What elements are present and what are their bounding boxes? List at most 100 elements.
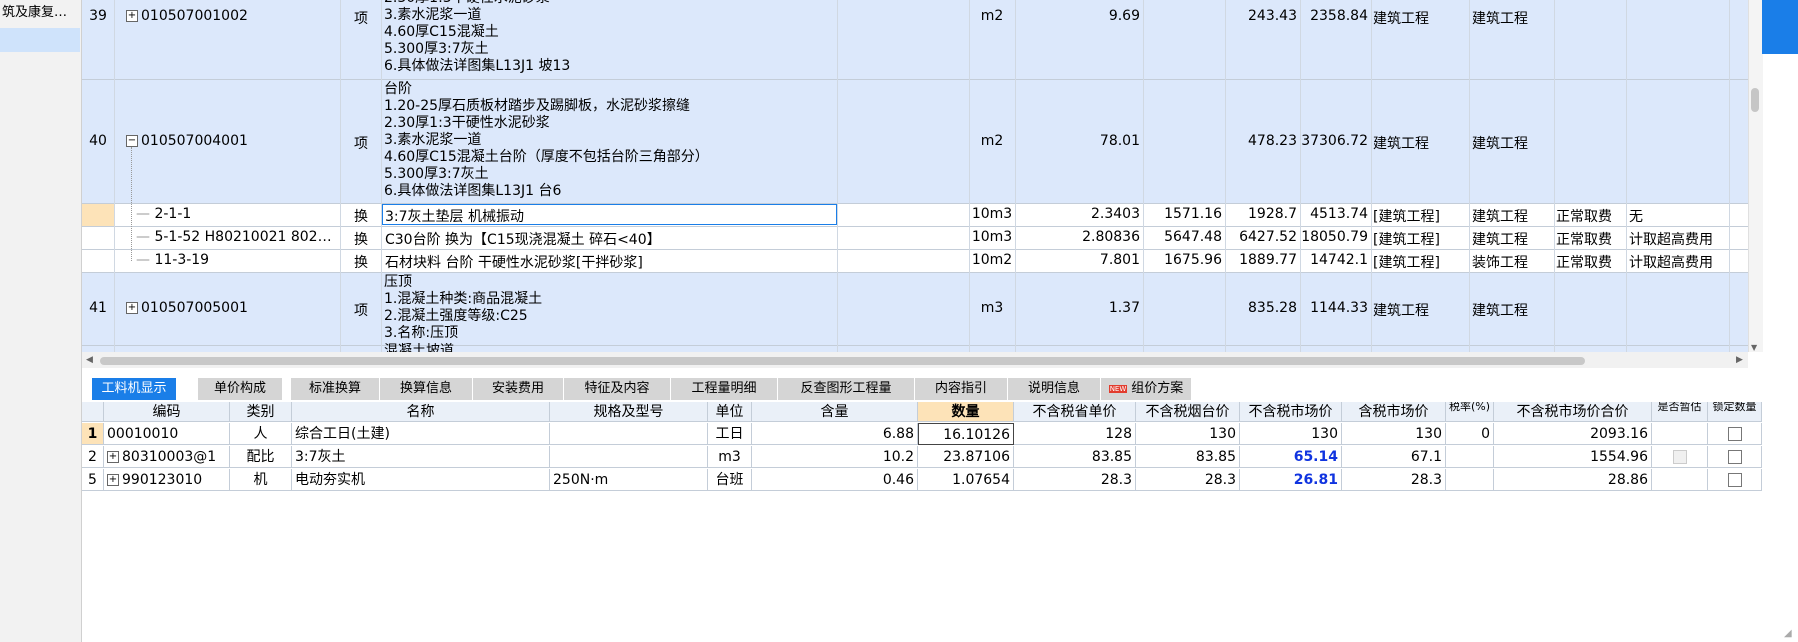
sub-description[interactable]: 3:7灰土垫层 机械振动 bbox=[385, 206, 833, 226]
res-unit[interactable]: 台班 bbox=[708, 469, 752, 491]
header-content[interactable]: 含量 bbox=[752, 402, 918, 422]
tree-item-label[interactable]: 筑及康复… bbox=[0, 2, 81, 24]
res-taxed-price[interactable]: 130 bbox=[1342, 423, 1446, 445]
tab-pricing-scheme[interactable]: NEW 组价方案 bbox=[1101, 378, 1192, 400]
item-code[interactable]: −010507004001 bbox=[126, 133, 338, 149]
res-category[interactable]: 机 bbox=[230, 469, 292, 491]
res-taxed-price[interactable]: 28.3 bbox=[1342, 469, 1446, 491]
res-spec[interactable] bbox=[550, 423, 708, 445]
res-name[interactable]: 电动夯实机 bbox=[292, 469, 550, 491]
res-lock[interactable] bbox=[1708, 469, 1762, 491]
scroll-right-arrow-icon[interactable]: ▶ bbox=[1736, 355, 1743, 365]
header-yantai-price[interactable]: 不含税烟台价 bbox=[1136, 402, 1240, 422]
res-quantity[interactable]: 23.87106 bbox=[918, 446, 1014, 468]
res-code[interactable]: 00010010 bbox=[104, 423, 230, 445]
res-taxed-price[interactable]: 67.1 bbox=[1342, 446, 1446, 468]
header-code[interactable]: 编码 bbox=[104, 402, 230, 422]
header-lock-qty[interactable]: 锁定数量 bbox=[1708, 402, 1762, 422]
expand-icon[interactable]: + bbox=[126, 10, 138, 22]
sub-quantity[interactable]: 2.80836 bbox=[1016, 229, 1140, 245]
header-name[interactable]: 名称 bbox=[292, 402, 550, 422]
res-tax-rate[interactable]: 0 bbox=[1446, 423, 1494, 445]
header-prov-price[interactable]: 不含税省单价 bbox=[1014, 402, 1136, 422]
header-category[interactable]: 类别 bbox=[230, 402, 292, 422]
res-spec[interactable] bbox=[550, 446, 708, 468]
res-prov-price[interactable]: 28.3 bbox=[1014, 469, 1136, 491]
collapse-icon[interactable]: − bbox=[126, 135, 138, 147]
tab-features-content[interactable]: 特征及内容 bbox=[564, 378, 671, 400]
sub-quantity[interactable]: 7.801 bbox=[1016, 252, 1140, 268]
tab-content-guide[interactable]: 内容指引 bbox=[915, 378, 1008, 400]
header-market-total[interactable]: 不含税市场价合价 bbox=[1494, 402, 1652, 422]
res-content[interactable]: 0.46 bbox=[752, 469, 918, 491]
res-code[interactable]: +80310003@1 bbox=[104, 446, 230, 468]
res-name[interactable]: 3:7灰土 bbox=[292, 446, 550, 468]
tab-quantity-detail[interactable]: 工程量明细 bbox=[671, 378, 778, 400]
vertical-scrollbar[interactable] bbox=[1748, 0, 1763, 352]
res-tax-rate[interactable] bbox=[1446, 446, 1494, 468]
item-code[interactable]: +010507005001 bbox=[126, 300, 338, 316]
res-lock[interactable] bbox=[1708, 423, 1762, 445]
res-category[interactable]: 人 bbox=[230, 423, 292, 445]
header-market-price[interactable]: 不含税市场价 bbox=[1240, 402, 1342, 422]
lock-checkbox[interactable] bbox=[1727, 450, 1742, 464]
res-quantity[interactable]: 1.07654 bbox=[918, 469, 1014, 491]
res-quantity[interactable]: 16.10126 bbox=[918, 423, 1014, 445]
res-content[interactable]: 6.88 bbox=[752, 423, 918, 445]
res-prov-price[interactable]: 83.85 bbox=[1014, 446, 1136, 468]
lock-checkbox[interactable] bbox=[1727, 473, 1742, 487]
sub-major2: 装饰工程 bbox=[1472, 255, 1528, 271]
res-unit[interactable]: m3 bbox=[708, 446, 752, 468]
tab-unit-price-composition[interactable]: 单价构成 bbox=[198, 378, 283, 400]
scroll-left-arrow-icon[interactable]: ◀ bbox=[86, 355, 93, 365]
tab-labor-material-machine[interactable]: 工料机显示 bbox=[92, 378, 177, 400]
lock-checkbox[interactable] bbox=[1727, 427, 1742, 441]
res-category[interactable]: 配比 bbox=[230, 446, 292, 468]
res-market-price[interactable]: 130 bbox=[1240, 423, 1342, 445]
item-description[interactable]: 压顶 1.混凝土种类:商品混凝土 2.混凝土强度等级:C25 3.名称:压顶 bbox=[384, 274, 834, 344]
tree-item-selected[interactable] bbox=[0, 28, 80, 52]
item-code[interactable]: +010507001002 bbox=[126, 8, 338, 24]
header-unit[interactable]: 单位 bbox=[708, 402, 752, 422]
expand-icon[interactable]: + bbox=[107, 451, 119, 463]
header-quantity[interactable]: 数量 bbox=[918, 402, 1014, 422]
res-unit[interactable]: 工日 bbox=[708, 423, 752, 445]
item-quantity[interactable]: 1.37 bbox=[1016, 300, 1140, 316]
tab-standard-conversion[interactable]: 标准换算 bbox=[291, 378, 380, 400]
resize-grip-icon[interactable]: ◢ bbox=[1784, 628, 1792, 639]
side-accent-button[interactable] bbox=[1762, 0, 1798, 54]
expand-icon[interactable]: + bbox=[126, 302, 138, 314]
item-quantity[interactable]: 9.69 bbox=[1016, 8, 1140, 24]
res-market-price[interactable]: 26.81 bbox=[1240, 469, 1342, 491]
scroll-down-arrow-icon[interactable]: ▼ bbox=[1751, 343, 1757, 352]
tab-description-info[interactable]: 说明信息 bbox=[1008, 378, 1101, 400]
res-yantai-price[interactable]: 130 bbox=[1136, 423, 1240, 445]
expand-icon[interactable]: + bbox=[107, 474, 119, 486]
tab-reverse-graphic-quantity[interactable]: 反查图形工程量 bbox=[778, 378, 915, 400]
res-prov-price[interactable]: 128 bbox=[1014, 423, 1136, 445]
header-spec[interactable]: 规格及型号 bbox=[550, 402, 708, 422]
res-spec[interactable]: 250N·m bbox=[550, 469, 708, 491]
sub-description[interactable]: C30台阶 换为【C15现浇混凝土 碎石<40】 bbox=[385, 229, 833, 249]
item-major2: 建筑工程 bbox=[1472, 303, 1528, 319]
sub-quantity[interactable]: 2.3403 bbox=[1016, 206, 1140, 222]
res-lock[interactable] bbox=[1708, 446, 1762, 468]
res-tax-rate[interactable] bbox=[1446, 469, 1494, 491]
res-market-price[interactable]: 65.14 bbox=[1240, 446, 1342, 468]
res-content[interactable]: 10.2 bbox=[752, 446, 918, 468]
header-provisional[interactable]: 是否暂估 bbox=[1652, 402, 1708, 422]
res-yantai-price[interactable]: 28.3 bbox=[1136, 469, 1240, 491]
sub-description[interactable]: 石材块料 台阶 干硬性水泥砂浆[干拌砂浆] bbox=[385, 252, 833, 272]
vertical-scroll-thumb[interactable] bbox=[1751, 88, 1759, 112]
tab-install-fee[interactable]: 安装费用 bbox=[473, 378, 564, 400]
horizontal-scroll-thumb[interactable] bbox=[100, 357, 1585, 365]
item-quantity[interactable]: 78.01 bbox=[1016, 133, 1140, 149]
header-taxed-market-price[interactable]: 含税市场价 bbox=[1342, 402, 1446, 422]
item-description[interactable]: 2.30厚1:3干硬性水泥砂浆 3.素水泥浆一道 4.60厚C15混凝土 5.3… bbox=[384, 0, 834, 79]
res-code[interactable]: +990123010 bbox=[104, 469, 230, 491]
res-yantai-price[interactable]: 83.85 bbox=[1136, 446, 1240, 468]
tab-conversion-info[interactable]: 换算信息 bbox=[380, 378, 473, 400]
res-name[interactable]: 综合工日(土建) bbox=[292, 423, 550, 445]
header-tax-rate[interactable]: 税率(%) bbox=[1446, 402, 1494, 422]
item-description[interactable]: 台阶 1.20-25厚石质板材踏步及踢脚板，水泥砂浆擦缝 2.30厚1:3干硬性… bbox=[384, 81, 834, 202]
